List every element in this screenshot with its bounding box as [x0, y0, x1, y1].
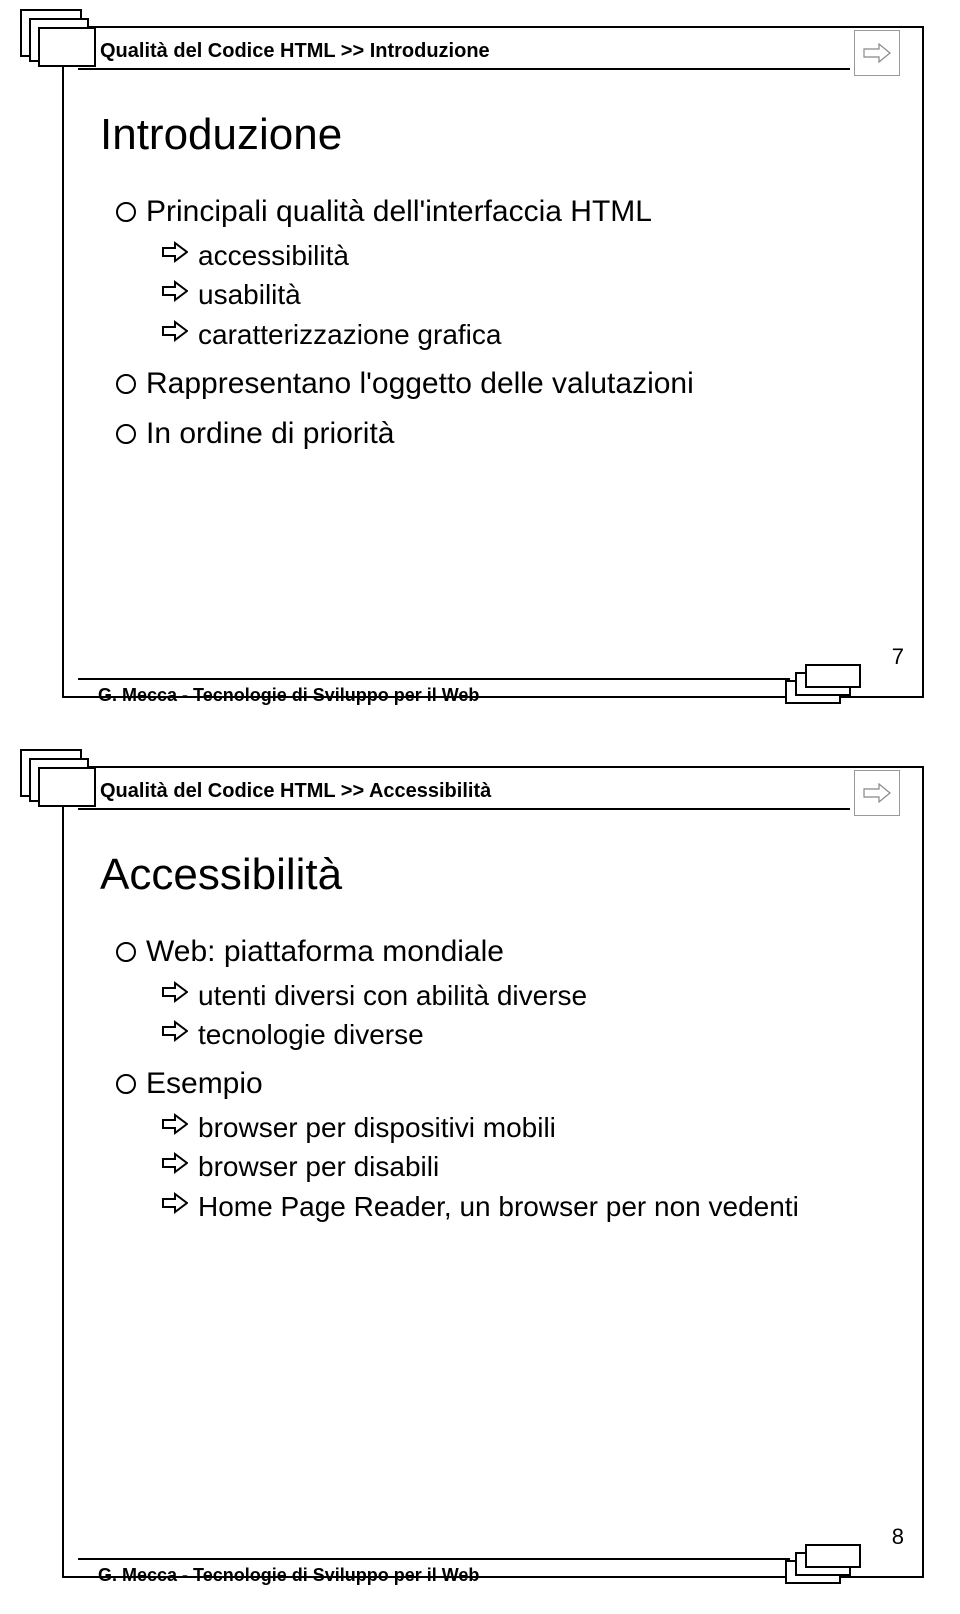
footer-decor — [785, 662, 855, 704]
bullet-text: Web: piattaforma mondiale — [146, 935, 504, 968]
slide-7: Qualità del Codice HTML >> Introduzione … — [0, 0, 960, 740]
bullet-arrow-icon — [162, 1192, 188, 1214]
bullet-arrow-icon — [162, 320, 188, 342]
next-slide-button[interactable] — [854, 30, 900, 76]
bullet-text: Rappresentano l'oggetto delle valutazion… — [146, 367, 694, 400]
footer-text: G. Mecca - Tecnologie di Sviluppo per il… — [98, 685, 479, 706]
slide-title: Accessibilità — [100, 850, 342, 900]
bullet-level-2: accessibilità — [164, 237, 880, 275]
slide-body: Principali qualità dell'interfaccia HTML… — [112, 182, 880, 459]
bullet-level-1: Web: piattaforma mondiale — [112, 932, 880, 973]
bullet-arrow-icon — [162, 981, 188, 1003]
footer-decor — [785, 1542, 855, 1584]
bullet-arrow-icon — [162, 241, 188, 263]
slide-title: Introduzione — [100, 110, 342, 160]
bullet-arrow-icon — [162, 1020, 188, 1042]
bullet-level-2: browser per disabili — [164, 1148, 880, 1186]
breadcrumb: Qualità del Codice HTML >> Introduzione — [100, 40, 490, 63]
bullet-text: Principali qualità dell'interfaccia HTML — [146, 195, 652, 228]
bullet-text: accessibilità — [198, 240, 349, 271]
arrow-right-icon — [863, 783, 891, 803]
bullet-text: usabilità — [198, 279, 301, 310]
bullet-arrow-icon — [162, 1113, 188, 1135]
bullet-level-2: caratterizzazione grafica — [164, 316, 880, 354]
footer-text: G. Mecca - Tecnologie di Sviluppo per il… — [98, 1565, 479, 1586]
corner-decor — [20, 9, 94, 63]
bullet-level-1: Principali qualità dell'interfaccia HTML — [112, 192, 880, 233]
header-rule — [78, 808, 850, 810]
slide-body: Web: piattaforma mondiale utenti diversi … — [112, 922, 880, 1228]
footer-rule — [78, 1558, 790, 1560]
bullet-level-2: browser per dispositivi mobili — [164, 1109, 880, 1147]
bullet-text: caratterizzazione grafica — [198, 319, 501, 350]
breadcrumb: Qualità del Codice HTML >> Accessibilità — [100, 780, 491, 803]
bullet-text: tecnologie diverse — [198, 1019, 424, 1050]
page-number: 7 — [892, 644, 904, 670]
bullet-level-1: In ordine di priorità — [112, 414, 880, 455]
header-rule — [78, 68, 850, 70]
bullet-text: browser per dispositivi mobili — [198, 1112, 556, 1143]
bullet-level-1: Esempio — [112, 1064, 880, 1105]
bullet-level-2: Home Page Reader, un browser per non ved… — [164, 1188, 880, 1226]
bullet-level-2: utenti diversi con abilità diverse — [164, 977, 880, 1015]
bullet-text: utenti diversi con abilità diverse — [198, 980, 587, 1011]
slide-8: Qualità del Codice HTML >> Accessibilità… — [0, 740, 960, 1614]
bullet-text: Esempio — [146, 1067, 263, 1100]
bullet-arrow-icon — [162, 1152, 188, 1174]
footer-rule — [78, 678, 790, 680]
next-slide-button[interactable] — [854, 770, 900, 816]
page-number: 8 — [892, 1524, 904, 1550]
corner-decor — [20, 749, 94, 803]
bullet-text: Home Page Reader, un browser per non ved… — [198, 1191, 799, 1222]
bullet-level-2: usabilità — [164, 276, 880, 314]
bullet-text: browser per disabili — [198, 1151, 439, 1182]
bullet-text: In ordine di priorità — [146, 417, 394, 450]
bullet-level-1: Rappresentano l'oggetto delle valutazion… — [112, 364, 880, 405]
arrow-right-icon — [863, 43, 891, 63]
bullet-arrow-icon — [162, 280, 188, 302]
bullet-level-2: tecnologie diverse — [164, 1016, 880, 1054]
